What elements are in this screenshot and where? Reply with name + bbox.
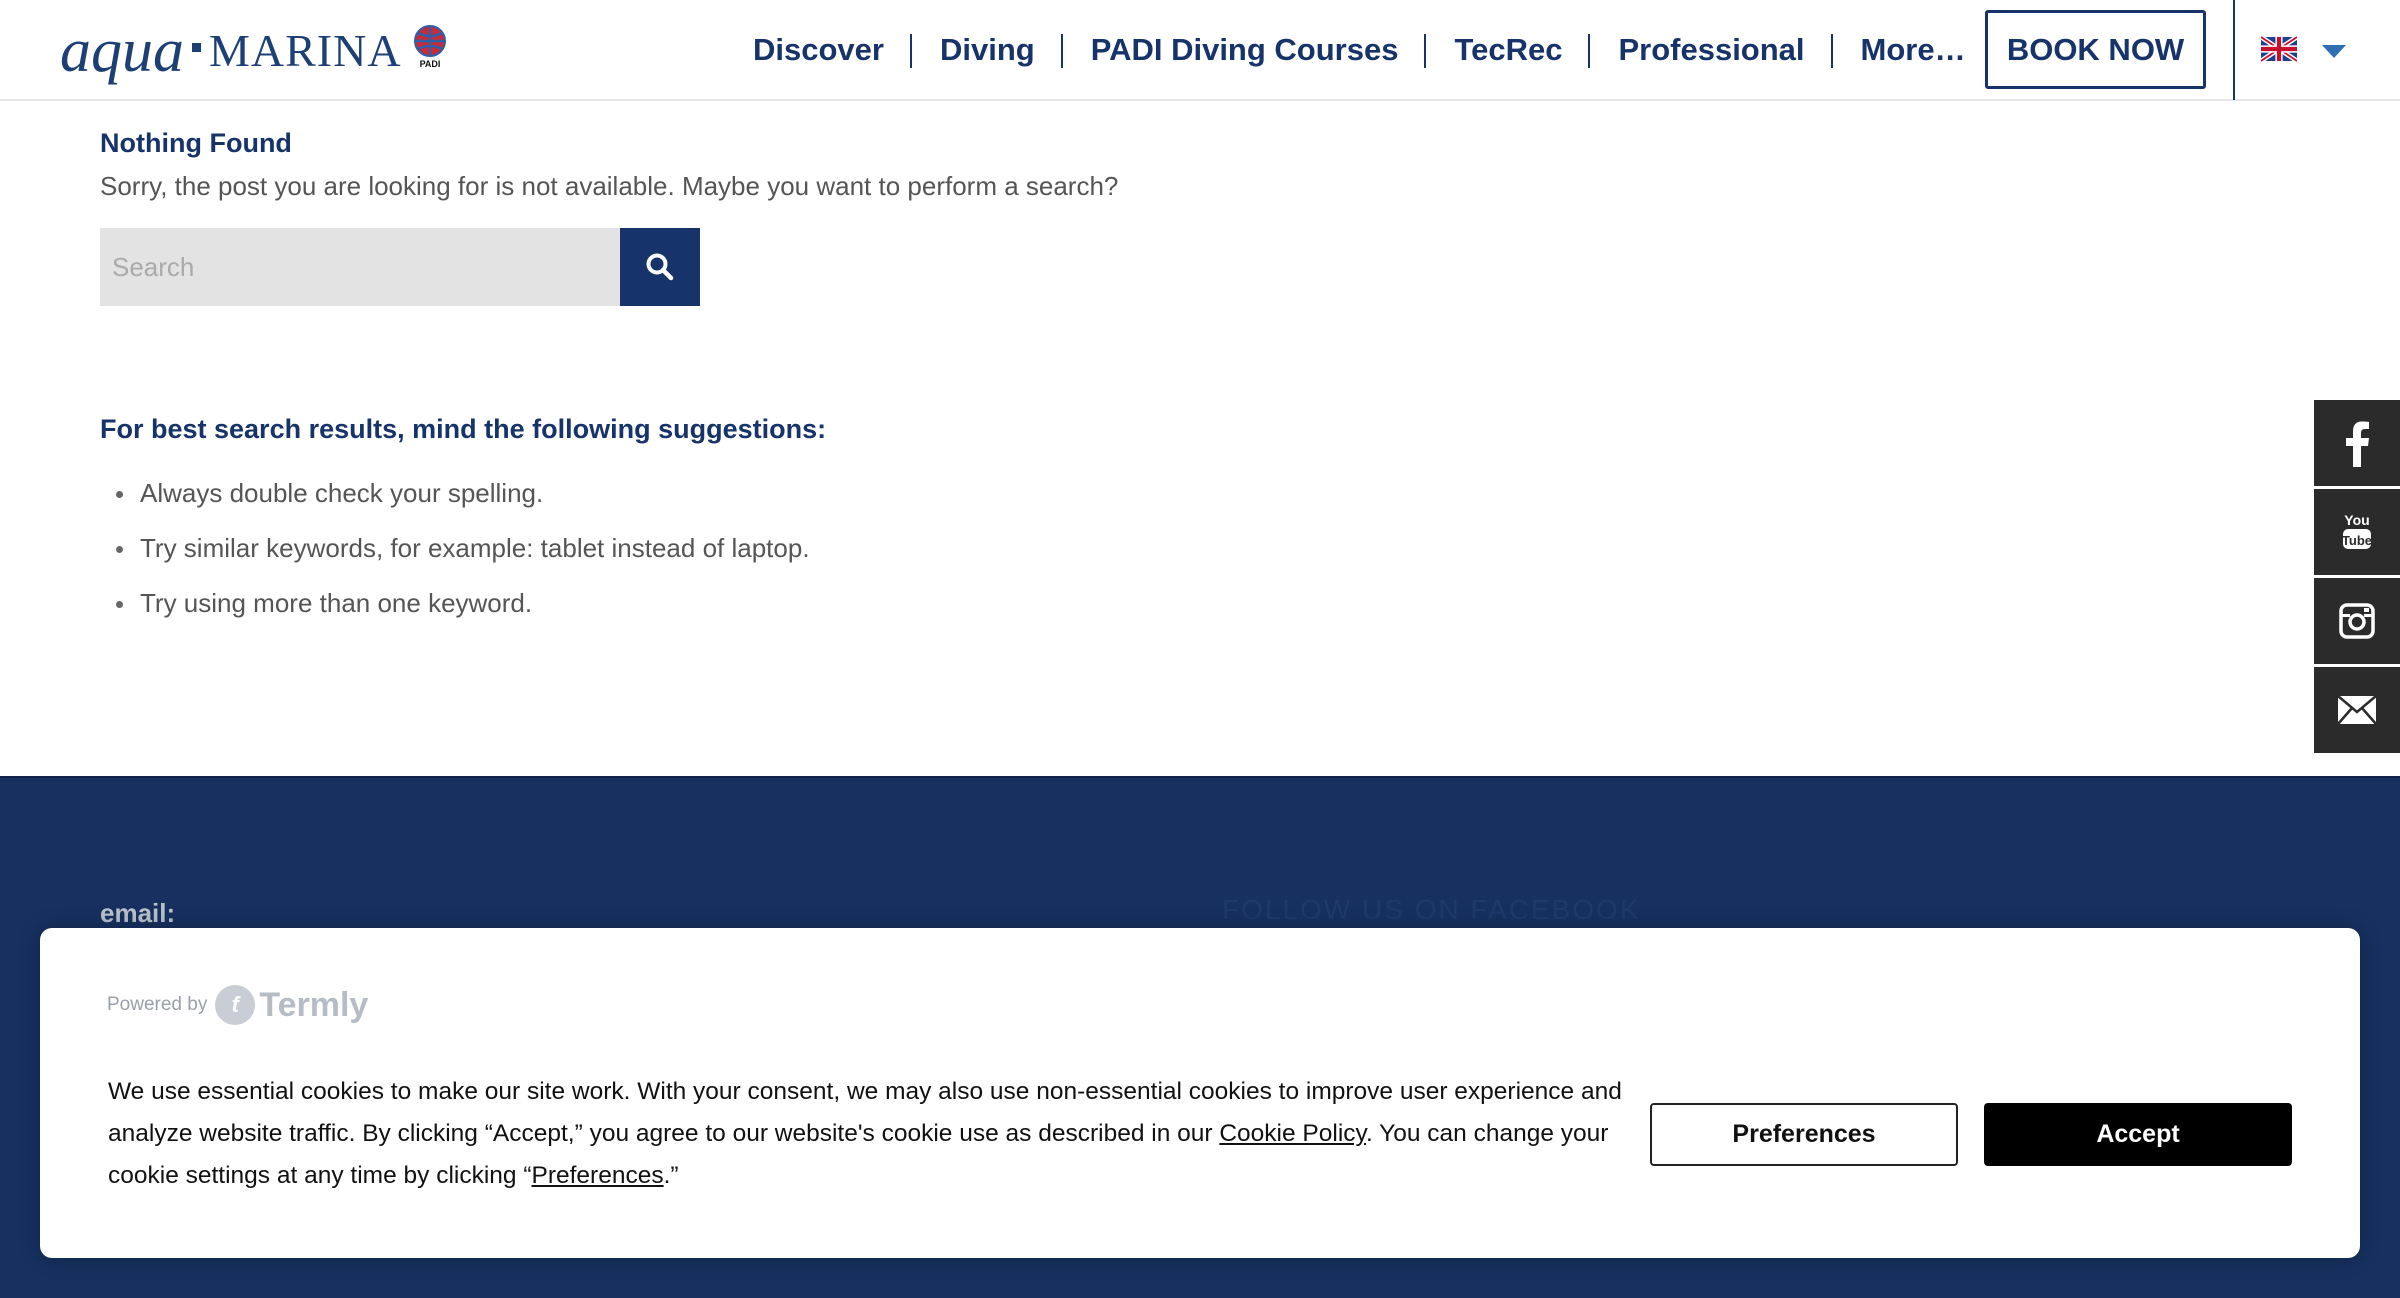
facebook-icon	[2346, 421, 2369, 467]
nav-diving[interactable]: Diving	[912, 32, 1063, 68]
svg-text:You: You	[2344, 512, 2369, 528]
nav-discover[interactable]: Discover	[725, 32, 912, 68]
suggestion-item: Try using more than one keyword.	[100, 588, 810, 643]
nav-padi-diving-courses[interactable]: PADI Diving Courses	[1063, 32, 1427, 68]
preferences-link[interactable]: Preferences	[532, 1162, 664, 1189]
search-button[interactable]	[620, 228, 700, 306]
mail-icon	[2337, 695, 2377, 725]
main-nav: Discover Diving PADI Diving Courses TecR…	[725, 0, 1994, 100]
suggestion-item: Try similar keywords, for example: table…	[100, 533, 810, 588]
youtube-icon: You Tube	[2342, 512, 2372, 549]
suggestion-item: Always double check your spelling.	[100, 478, 810, 533]
logo-text-marina: MARINA	[209, 25, 402, 76]
instagram-button[interactable]	[2314, 578, 2400, 664]
padi-globe-icon: PADI	[413, 25, 446, 69]
book-now-button[interactable]: BOOK NOW	[1985, 10, 2206, 89]
termly-logo-icon: ƭ	[215, 985, 256, 1025]
svg-text:Tube: Tube	[2342, 533, 2372, 548]
mail-button[interactable]	[2314, 667, 2400, 753]
nothing-found-title: Nothing Found	[100, 128, 292, 158]
suggestions-title: For best search results, mind the follow…	[100, 414, 827, 444]
footer-follow-facebook: FOLLOW US ON FACEBOOK	[1222, 894, 1641, 925]
uk-flag-icon[interactable]	[2261, 36, 2297, 62]
termly-branding: Powered by ƭ Termly	[107, 985, 368, 1025]
cookie-message: We use essential cookies to make our sit…	[108, 1071, 1648, 1197]
logo-text-aqua: aqua	[60, 17, 184, 85]
cookie-policy-link[interactable]: Cookie Policy	[1219, 1120, 1366, 1147]
cookie-consent-banner: Powered by ƭ Termly We use essential coo…	[40, 928, 2360, 1258]
nav-more[interactable]: More…	[1833, 32, 1994, 68]
accept-button[interactable]: Accept	[1984, 1103, 2292, 1166]
youtube-button[interactable]: You Tube	[2314, 489, 2400, 575]
search-input[interactable]	[100, 228, 620, 306]
nav-professional[interactable]: Professional	[1590, 32, 1833, 68]
termly-brand-name: Termly	[259, 985, 369, 1024]
logo-dot	[192, 42, 201, 52]
powered-by-label: Powered by	[107, 994, 208, 1015]
site-header: aqua MARINA PADI Discover Diving PADI Di…	[0, 0, 2400, 101]
footer-email-label: email:	[100, 898, 176, 928]
language-divider	[2233, 0, 2235, 100]
facebook-button[interactable]	[2314, 400, 2400, 486]
preferences-button[interactable]: Preferences	[1650, 1103, 1958, 1166]
suggestions-list: Always double check your spelling. Try s…	[100, 478, 810, 643]
padi-badge-text: PADI	[419, 59, 440, 69]
nav-tecrec[interactable]: TecRec	[1426, 32, 1591, 68]
language-dropdown-chevron-icon[interactable]	[2322, 45, 2346, 58]
cookie-text-part: .”	[663, 1162, 679, 1189]
search-icon	[646, 253, 674, 281]
social-sidebar: You Tube	[2314, 400, 2400, 756]
instagram-icon	[2339, 603, 2375, 639]
nothing-found-message: Sorry, the post you are looking for is n…	[100, 171, 1119, 201]
site-logo[interactable]: aqua MARINA PADI	[60, 20, 448, 82]
